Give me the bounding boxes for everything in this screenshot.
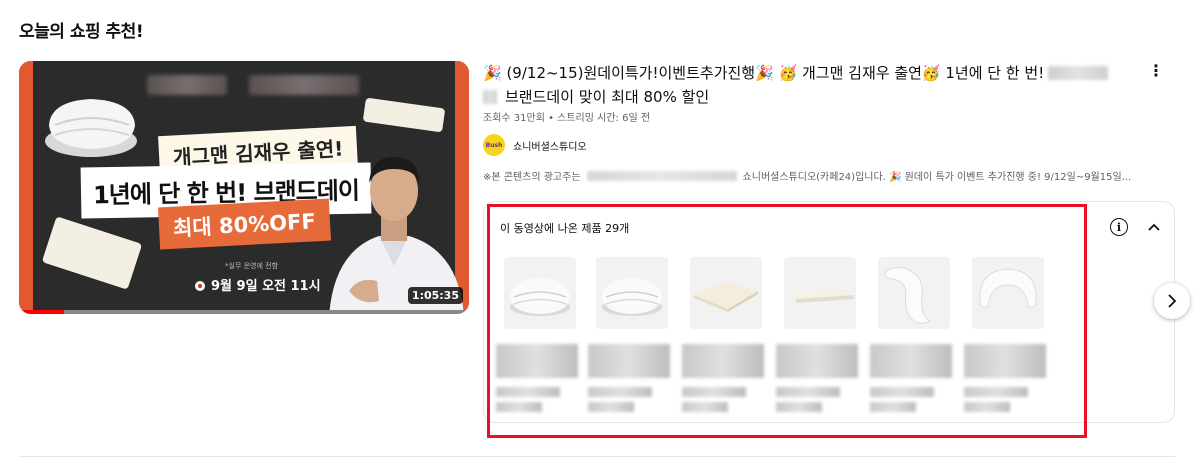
- thumbnail-blurred-text: [249, 75, 359, 95]
- watch-progress-bar: [19, 310, 469, 314]
- blurred-text: [586, 171, 737, 181]
- thumbnail-left-stripe: [19, 61, 33, 314]
- channel-link[interactable]: Bush 쇼니버셜스튜디오: [483, 134, 587, 156]
- mattress-image: [362, 97, 446, 133]
- description-suffix: 쇼니버셜스튜디오(카페24)입니다. 🎉 원데이 특가 이벤트 추가진행 중! …: [742, 172, 1132, 183]
- channel-avatar[interactable]: Bush: [483, 134, 505, 156]
- thumbnail-date-text: 9월 9일 오전 11시: [211, 279, 321, 294]
- info-icon[interactable]: i: [1110, 218, 1128, 236]
- section-title: 오늘의 쇼핑 추천!: [19, 22, 144, 42]
- video-description: ※본 콘텐츠의 광고주는 쇼니버셜스튜디오(카페24)입니다. 🎉 원데이 특가 …: [483, 168, 1131, 183]
- duvet-image: [45, 99, 137, 157]
- duration-badge: 1:05:35: [407, 287, 463, 304]
- description-prefix: ※본 콘텐츠의 광고주는: [483, 172, 581, 183]
- video-title[interactable]: 🎉 (9/12~15)원데이특가!이벤트추가진행🎉 🥳 개그맨 김재우 출연🥳 …: [483, 61, 1143, 109]
- thumbnail-note: *실무 운영에 전함: [225, 262, 279, 270]
- mattress-image: [41, 216, 143, 290]
- chevron-right-icon[interactable]: [1154, 283, 1190, 319]
- video-thumbnail[interactable]: 개그맨 김재우 출연! 1년에 단 한 번! 브랜드데이 최대 80%OFF *…: [19, 61, 469, 314]
- blurred-text: [483, 90, 497, 104]
- more-vertical-icon[interactable]: ⋮: [1144, 58, 1168, 82]
- highlight-box: [487, 204, 1087, 438]
- video-title-line2[interactable]: 브랜드데이 맞이 최대 80% 할인: [505, 88, 709, 106]
- live-dot-icon: [195, 281, 205, 291]
- thumbnail-blurred-text: [147, 75, 227, 95]
- chevron-up-icon[interactable]: [1144, 216, 1164, 238]
- thumbnail-date: 9월 9일 오전 11시: [195, 275, 321, 294]
- channel-name[interactable]: 쇼니버셜스튜디오: [513, 138, 587, 153]
- video-title-line1[interactable]: 🎉 (9/12~15)원데이특가!이벤트추가진행🎉 🥳 개그맨 김재우 출연🥳 …: [483, 64, 1044, 82]
- thumbnail-ribbon-discount: 최대 80%OFF: [158, 198, 331, 250]
- video-stats: 조회수 31만회 • 스트리밍 시간: 6일 전: [483, 113, 651, 124]
- watch-progress-fill: [19, 310, 64, 314]
- blurred-text: [1048, 66, 1109, 80]
- section-divider: [19, 456, 1175, 457]
